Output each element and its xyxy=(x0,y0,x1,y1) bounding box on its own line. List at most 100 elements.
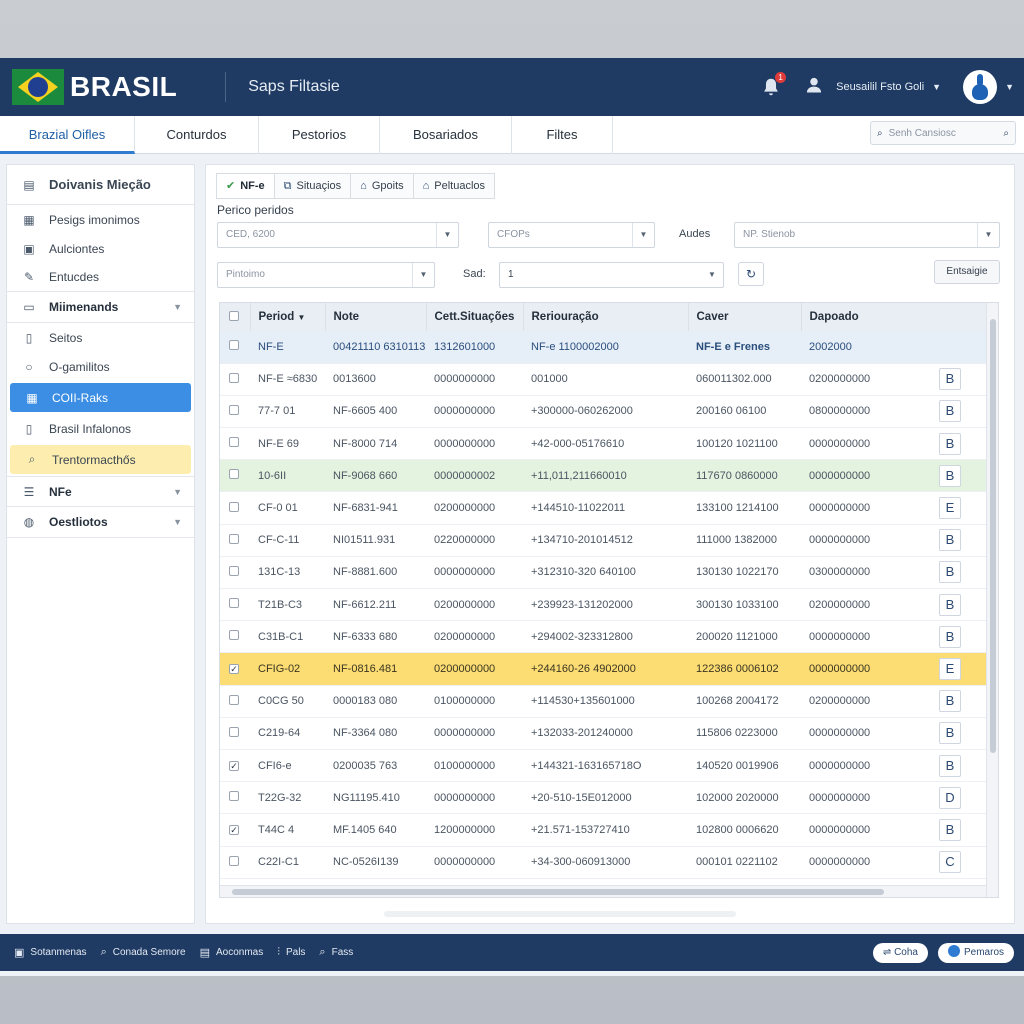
table-row[interactable]: 10-6II NF-9068 660 0000000002 +11,011,21166… xyxy=(220,459,986,493)
pintoimo-select[interactable]: Pintoimo ▼ xyxy=(217,262,435,288)
resize-handle[interactable] xyxy=(384,911,736,917)
row-checkbox[interactable] xyxy=(229,501,239,512)
row-checkbox[interactable]: ✓ xyxy=(229,760,239,771)
column-header-period[interactable]: Period ▼ xyxy=(250,303,326,331)
subtab-nfe[interactable]: ✔ NF-e xyxy=(216,173,275,199)
chevron-down-icon[interactable]: ▼ xyxy=(932,82,941,92)
sidebar-item-entucdes[interactable]: ✎ Entucdes xyxy=(7,263,194,292)
table-row[interactable]: CF-0 01 NF-6831-941 0200000000 +144510-1102… xyxy=(220,491,986,525)
row-checkbox[interactable] xyxy=(229,726,239,737)
sidebar-item-pesigs[interactable]: ▦ Pesigs imonimos xyxy=(7,205,194,234)
tab-filtes[interactable]: Filtes xyxy=(512,116,613,154)
row-action-button[interactable]: B xyxy=(939,464,961,487)
cfops-select[interactable]: CFOPs ▼ xyxy=(488,222,655,248)
row-action-button[interactable]: B xyxy=(939,625,961,648)
tab-pestorios[interactable]: Pestorios xyxy=(259,116,380,154)
row-action-button[interactable]: B xyxy=(939,818,961,841)
search-submit-icon[interactable]: ⌕ xyxy=(1003,128,1009,139)
footer-item-fass[interactable]: ⌕ Fass xyxy=(319,946,353,959)
row-checkbox[interactable]: ✓ xyxy=(229,824,239,835)
subtab-situacios[interactable]: ⧉ Situaçios xyxy=(273,173,352,199)
row-checkbox[interactable] xyxy=(229,533,239,544)
table-row[interactable]: ✓ CFI6-e 0200035 763 0100000000 +144321-1631… xyxy=(220,749,986,783)
subtab-peltuaclos[interactable]: ⌂ Peltuaclos xyxy=(412,173,496,199)
footer-item-sotanmenas[interactable]: ▣ Sotanmenas xyxy=(14,946,87,959)
table-row[interactable]: T22G-32 NG11195.410 0000000000 +20-510-15E0… xyxy=(220,781,986,815)
sidebar-item-trentormacthos[interactable]: ⌕ Trentormacthős xyxy=(10,445,191,474)
row-checkbox[interactable] xyxy=(229,694,239,705)
subtab-gpoits[interactable]: ⌂ Gpoits xyxy=(350,173,414,199)
sidebar-group-miimenands[interactable]: ▭ Miimenands ▼ xyxy=(7,292,194,323)
pemaros-button[interactable]: Pemaros xyxy=(937,942,1014,963)
row-action-button[interactable]: B xyxy=(939,593,961,616)
sidebar-group-oestliotos[interactable]: ◍ Oestliotos ▼ xyxy=(7,507,194,538)
column-header-dapoado[interactable]: Dapoado xyxy=(801,303,931,331)
sort-desc-icon[interactable]: ▼ xyxy=(298,313,306,322)
row-action-button[interactable]: B xyxy=(939,432,961,455)
column-header-reriouracao[interactable]: Reriouração xyxy=(523,303,689,331)
avatar-chevron-down-icon[interactable]: ▼ xyxy=(1005,82,1014,92)
sidebar-item-brasil-infalonos[interactable]: ▯ Brasil Infalonos xyxy=(7,414,194,443)
row-checkbox[interactable] xyxy=(229,630,239,641)
table-row[interactable]: 77-7 01 NF-6605 400 0000000000 +300000-0602… xyxy=(220,395,986,429)
row-action-button[interactable]: D xyxy=(939,786,961,809)
sidebar-item-seitos[interactable]: ▯ Seitos xyxy=(7,323,194,352)
coha-button[interactable]: ⇌ Coha xyxy=(872,942,928,963)
table-row[interactable]: C22I-C1 NC-0526I139 0000000000 +34-300-0609… xyxy=(220,846,986,879)
footer-item-pals[interactable]: ⫶ Pals xyxy=(277,946,305,959)
notification-bell-icon[interactable]: 1 xyxy=(760,72,787,98)
row-action-button[interactable]: E xyxy=(939,657,961,680)
sidebar-item-aulciontes[interactable]: ▣ Aulciontes xyxy=(7,234,194,263)
footer-item-conada-semore[interactable]: ⌕ Conada Semore xyxy=(101,946,186,959)
search-input[interactable]: ⌕ Senh Cansiosc ⌕ xyxy=(870,121,1016,145)
refresh-icon[interactable]: ↻ xyxy=(738,262,764,286)
scroll-thumb[interactable] xyxy=(232,889,884,895)
tab-bosariados[interactable]: Bosariados xyxy=(380,116,512,154)
row-checkbox[interactable] xyxy=(229,437,239,448)
table-row[interactable]: C31B-C1 NF-6333 680 0200000000 +294002-3233… xyxy=(220,620,986,654)
select-all-checkbox[interactable] xyxy=(229,310,239,321)
row-checkbox[interactable] xyxy=(229,404,239,415)
table-row[interactable]: NF-E 00421110 6310113 1312601000 NF-e 11000… xyxy=(220,331,986,364)
footer-item-aoconmas[interactable]: ▤ Aoconmas xyxy=(200,946,264,959)
tab-brazial-oifles[interactable]: Brazial Oifles xyxy=(0,116,135,154)
table-row[interactable]: CF-C-11 NI01511.931 0220000000 +134710-2010… xyxy=(220,524,986,557)
table-row[interactable]: C219-64 NF-3364 080 0000000000 +132033-2012… xyxy=(220,717,986,750)
horizontal-scrollbar[interactable] xyxy=(220,885,986,897)
table-row[interactable]: C0CG 50 0000183 080 0100000000 +114530+1356… xyxy=(220,685,986,718)
row-action-button[interactable]: E xyxy=(939,497,961,520)
row-checkbox[interactable] xyxy=(229,565,239,576)
sidebar-header[interactable]: ▤ Doivanis Mieção xyxy=(7,165,194,205)
sad-select[interactable]: 1 ▼ xyxy=(499,262,724,288)
row-action-button[interactable]: B xyxy=(939,722,961,745)
row-action-button[interactable]: B xyxy=(939,368,961,391)
sidebar-item-ogamilitos[interactable]: ○ O-gamilitos xyxy=(7,352,194,381)
row-action-button[interactable]: B xyxy=(939,690,961,713)
row-action-button[interactable]: B xyxy=(939,561,961,584)
avatar[interactable] xyxy=(963,70,998,104)
tab-conturdos[interactable]: Conturdos xyxy=(135,116,259,154)
table-row[interactable]: NF-E ≈6830 0013600 0000000000 001000 0600113… xyxy=(220,363,986,396)
row-checkbox[interactable] xyxy=(229,372,239,383)
row-action-button[interactable]: C xyxy=(939,851,961,874)
sidebar-group-nfe[interactable]: ☰ NFe ▼ xyxy=(7,476,194,507)
table-row[interactable]: ✓ T44C 4 MF.1405 640 1200000000 +21.571-1537… xyxy=(220,813,986,847)
column-header-situacoes[interactable]: Cett.Situações xyxy=(426,303,524,331)
scroll-thumb[interactable] xyxy=(990,319,996,753)
table-row[interactable]: ✓ CFIG-02 NF-0816.481 0200000000 +244160-26 … xyxy=(220,652,986,686)
vertical-scrollbar[interactable] xyxy=(986,303,998,897)
row-action-button[interactable]: B xyxy=(939,754,961,777)
row-checkbox[interactable] xyxy=(229,340,239,351)
row-checkbox[interactable] xyxy=(229,855,239,866)
table-row[interactable]: NF-E 69 NF-8000 714 0000000000 +42-000-0517… xyxy=(220,427,986,461)
user-icon[interactable] xyxy=(804,75,824,100)
row-checkbox[interactable]: ✓ xyxy=(229,663,239,674)
row-checkbox[interactable] xyxy=(229,598,239,609)
row-action-button[interactable]: B xyxy=(939,400,961,423)
column-header-caver[interactable]: Caver xyxy=(688,303,802,331)
table-row[interactable]: 131C-13 NF-8881.600 0000000000 +312310-320 … xyxy=(220,556,986,590)
row-checkbox[interactable] xyxy=(229,791,239,802)
row-checkbox[interactable] xyxy=(229,469,239,480)
table-row[interactable]: T21B-C3 NF-6612.211 0200000000 +239923-1312… xyxy=(220,588,986,622)
cep-select[interactable]: CED, 6200 ▼ xyxy=(217,222,459,248)
